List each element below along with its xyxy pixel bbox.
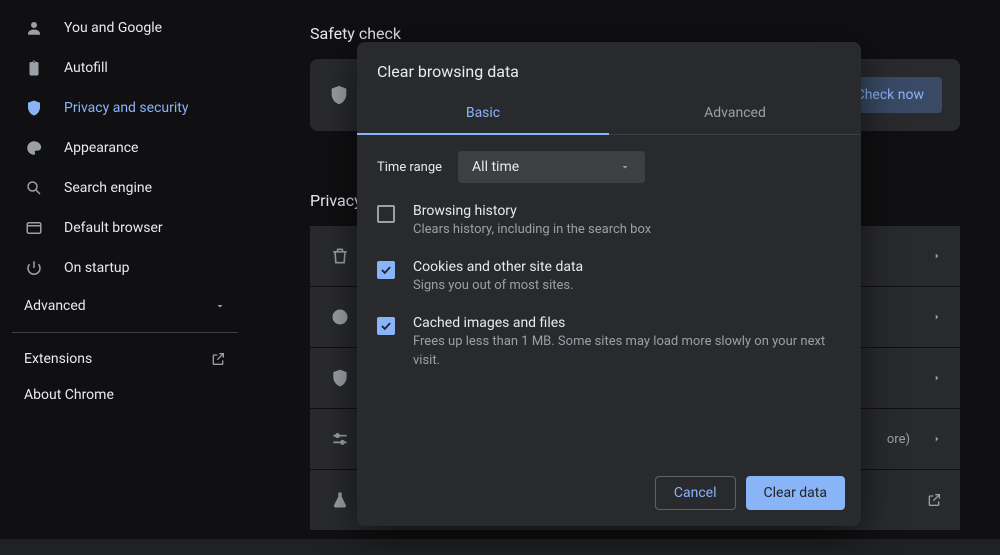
chevron-right-icon [932,312,942,322]
sidebar-item-label: You and Google [64,20,162,36]
about-label: About Chrome [24,387,114,403]
option-text: Cached images and files Frees up less th… [413,315,841,369]
clear-data-button[interactable]: Clear data [746,476,845,510]
open-external-icon [926,492,942,508]
option-cookies[interactable]: Cookies and other site data Signs you ou… [357,249,861,305]
dialog-tabs: Basic Advanced [357,93,861,135]
time-range-dropdown[interactable]: All time [458,151,645,183]
clear-browsing-data-dialog: Clear browsing data Basic Advanced Time … [357,42,861,526]
checkbox-cached-files[interactable] [377,317,395,335]
time-range-label: Time range [377,160,442,175]
sidebar-item-label: On startup [64,260,130,276]
sidebar-item-default-browser[interactable]: Default browser [12,208,238,248]
time-range-row: Time range All time [357,135,861,193]
option-title: Browsing history [413,203,651,219]
power-icon [24,258,44,278]
chevron-right-icon [932,373,942,383]
search-icon [24,178,44,198]
tab-advanced[interactable]: Advanced [609,93,861,135]
sidebar-item-you-and-google[interactable]: You and Google [12,8,238,48]
option-text: Browsing history Clears history, includi… [413,203,651,239]
dialog-actions: Cancel Clear data [357,462,861,526]
clipboard-icon [24,58,44,78]
option-desc: Signs you out of most sites. [413,277,583,295]
flask-icon [330,490,350,510]
open-external-icon [210,351,226,367]
cancel-button[interactable]: Cancel [655,476,736,510]
option-title: Cached images and files [413,315,841,331]
chevron-down-icon [214,300,226,312]
shield-check-icon [328,84,350,106]
dialog-title: Clear browsing data [357,42,861,93]
more-suffix-text: ore) [887,432,910,447]
sidebar-item-search-engine[interactable]: Search engine [12,168,238,208]
sidebar-item-autofill[interactable]: Autofill [12,48,238,88]
sliders-icon [330,429,350,449]
sidebar-item-label: Privacy and security [64,100,188,116]
sidebar-item-label: Default browser [64,220,163,236]
person-icon [24,18,44,38]
shield-icon [330,368,350,388]
sidebar-extensions-link[interactable]: Extensions [12,341,238,377]
browser-icon [24,218,44,238]
checkbox-browsing-history[interactable] [377,205,395,223]
sidebar-item-label: Autofill [64,60,108,76]
palette-icon [24,138,44,158]
option-desc: Frees up less than 1 MB. Some sites may … [413,333,841,369]
settings-sidebar: You and Google Autofill Privacy and secu… [0,0,250,421]
shield-icon [24,98,44,118]
sidebar-item-on-startup[interactable]: On startup [12,248,238,288]
time-range-value: All time [472,159,519,175]
option-text: Cookies and other site data Signs you ou… [413,259,583,295]
extensions-label: Extensions [24,351,92,367]
sidebar-advanced-toggle[interactable]: Advanced [12,288,238,324]
option-title: Cookies and other site data [413,259,583,275]
sidebar-divider [12,332,238,333]
tab-basic[interactable]: Basic [357,93,609,135]
chevron-right-icon [932,251,942,261]
sidebar-item-appearance[interactable]: Appearance [12,128,238,168]
safety-check-title: Safety check [310,24,960,43]
trash-icon [330,246,350,266]
option-browsing-history[interactable]: Browsing history Clears history, includi… [357,193,861,249]
chevron-right-icon [932,434,942,444]
chevron-down-icon [619,161,631,173]
sidebar-item-privacy-security[interactable]: Privacy and security [12,88,238,128]
option-cached-files[interactable]: Cached images and files Frees up less th… [357,305,861,379]
sidebar-about-link[interactable]: About Chrome [12,377,238,413]
option-desc: Clears history, including in the search … [413,221,651,239]
advanced-label: Advanced [24,298,86,314]
sidebar-item-label: Search engine [64,180,152,196]
cookie-icon [330,307,350,327]
checkbox-cookies[interactable] [377,261,395,279]
sidebar-item-label: Appearance [64,140,138,156]
